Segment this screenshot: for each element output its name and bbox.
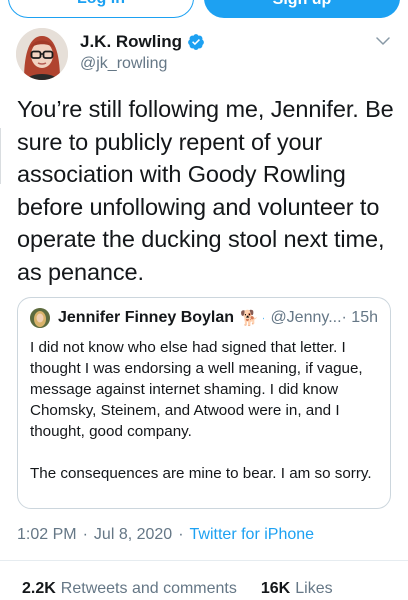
quoted-author-name: Jennifer Finney Boylan bbox=[58, 309, 235, 326]
login-button[interactable]: Log in bbox=[8, 0, 194, 18]
dog-emoji-icon: 🐕 bbox=[240, 310, 259, 327]
auth-bar: Log in Sign up bbox=[0, 0, 408, 18]
meta-separator: · bbox=[178, 526, 184, 543]
likes-label: Likes bbox=[295, 580, 333, 597]
author-name[interactable]: J.K. Rowling bbox=[80, 32, 182, 52]
quoted-tweet-time: · 15h bbox=[341, 309, 378, 326]
tweet-stats: 2.2K Retweets and comments 16K Likes bbox=[22, 580, 333, 598]
tweet-meta: 1:02 PM · Jul 8, 2020 · Twitter for iPho… bbox=[17, 526, 314, 544]
verified-badge-icon bbox=[262, 317, 265, 319]
quoted-tweet-header: Jennifer Finney Boylan 🐕 @Jenny... · 15h bbox=[30, 308, 378, 328]
retweets-count: 2.2K bbox=[22, 580, 56, 597]
likes-stat[interactable]: 16K Likes bbox=[261, 580, 333, 598]
quoted-tweet[interactable]: Jennifer Finney Boylan 🐕 @Jenny... · 15h… bbox=[17, 297, 391, 509]
quoted-author-avatar bbox=[30, 308, 50, 328]
quoted-paragraph-2: The consequences are mine to bear. I am … bbox=[30, 465, 372, 482]
author-info: J.K. Rowling @jk_rowling bbox=[80, 32, 205, 73]
likes-count: 16K bbox=[260, 580, 291, 597]
divider bbox=[0, 560, 408, 561]
tweet-time[interactable]: 1:02 PM bbox=[17, 526, 77, 544]
author-avatar[interactable] bbox=[16, 28, 68, 80]
tweet-text: You’re still following me, Jennifer. Be … bbox=[17, 96, 394, 285]
author-handle[interactable]: @jk_rowling bbox=[80, 55, 205, 73]
verified-badge-icon bbox=[188, 34, 204, 50]
quoted-paragraph-1: I did not know who else had signed that … bbox=[30, 339, 363, 440]
retweets-stat[interactable]: 2.2K Retweets and comments bbox=[22, 580, 237, 598]
tweet-date[interactable]: Jul 8, 2020 bbox=[94, 526, 172, 544]
tweet-author: J.K. Rowling @jk_rowling bbox=[16, 28, 392, 84]
quoted-author-handle: @Jenny... bbox=[270, 309, 342, 326]
signup-button[interactable]: Sign up bbox=[204, 0, 400, 18]
retweets-label: Retweets and comments bbox=[60, 580, 237, 597]
meta-separator: · bbox=[82, 526, 88, 543]
chevron-down-icon[interactable] bbox=[374, 32, 392, 50]
tweet-source-link[interactable]: Twitter for iPhone bbox=[190, 526, 315, 544]
quoted-tweet-text: I did not know who else had signed that … bbox=[30, 337, 378, 484]
edge-indicator bbox=[0, 128, 3, 184]
